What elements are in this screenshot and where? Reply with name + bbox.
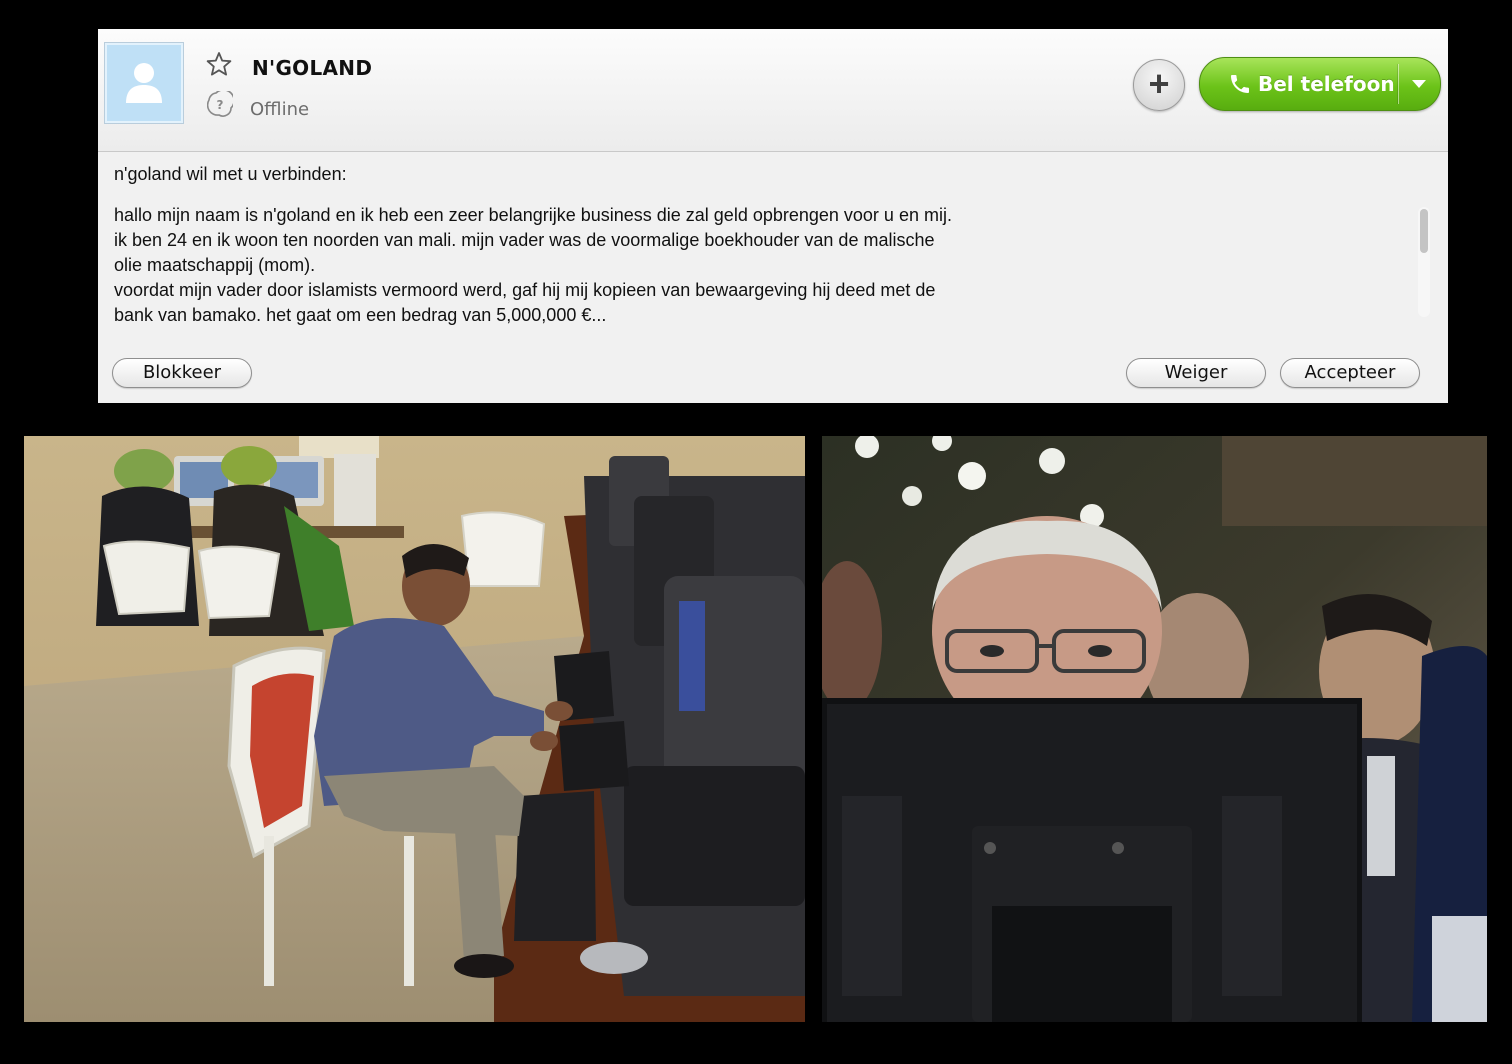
favorite-star-icon[interactable] [206,51,232,77]
add-contact-button[interactable]: + [1133,59,1185,111]
call-phone-button[interactable]: Bel telefoon [1199,57,1441,111]
offline-status-icon: ? [207,91,233,117]
decline-button[interactable]: Weiger [1126,358,1266,388]
user-silhouette-icon [126,63,162,103]
message-scrollbar-thumb[interactable] [1420,209,1428,253]
chevron-down-icon[interactable] [1412,80,1426,88]
contact-request-window: N'GOLAND ? Offline + Bel telefoon n'gola… [98,29,1448,403]
phone-icon [1231,75,1249,93]
request-message: hallo mijn naam is n'goland en ik heb ee… [114,205,952,325]
svg-text:?: ? [217,98,224,112]
accept-button[interactable]: Accepteer [1280,358,1420,388]
internet-cafe-photo [24,436,805,1022]
monitor-man-photo [822,436,1487,1022]
plus-icon: + [1148,63,1170,104]
contact-header: N'GOLAND ? Offline + Bel telefoon [98,29,1448,152]
request-intro: n'goland wil met u verbinden: [114,164,347,184]
avatar [104,42,184,124]
contact-status: Offline [250,99,310,120]
contact-name: N'GOLAND [252,56,373,80]
call-button-divider [1398,64,1399,104]
block-button[interactable]: Blokkeer [112,358,252,388]
call-button-label: Bel telefoon [1258,72,1395,96]
